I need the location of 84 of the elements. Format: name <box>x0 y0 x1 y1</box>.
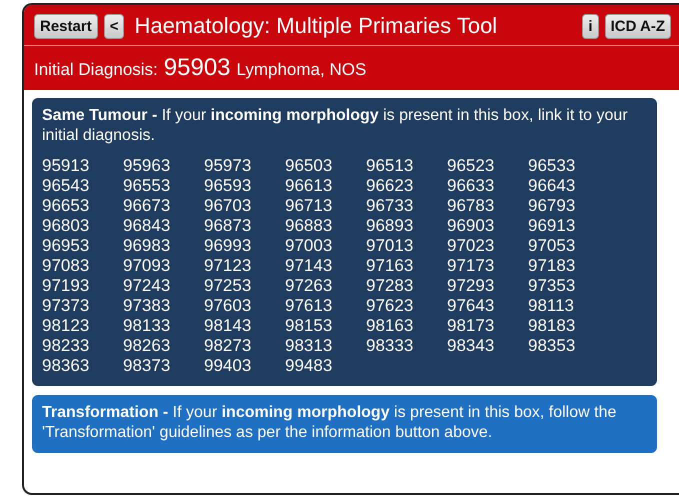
morphology-code: 98113 <box>528 296 576 316</box>
morphology-code: 98373 <box>123 356 172 376</box>
info-button[interactable]: i <box>582 14 599 38</box>
app-title: Haematology: Multiple Primaries Tool <box>134 13 498 39</box>
morphology-code: 96903 <box>447 216 496 236</box>
morphology-code: 97623 <box>366 296 414 316</box>
morphology-code: 97293 <box>447 276 496 296</box>
morphology-code: 97183 <box>528 256 576 276</box>
morphology-code: 98263 <box>123 336 172 356</box>
morphology-code: 97083 <box>42 256 90 276</box>
morphology-code: 96653 <box>42 196 90 216</box>
morphology-code: 98123 <box>42 316 90 336</box>
morphology-code: 97013 <box>366 236 414 256</box>
morphology-code: 99483 <box>285 356 334 376</box>
morphology-code: 95973 <box>204 156 252 176</box>
morphology-code: 98353 <box>528 336 576 356</box>
panel-description: Same Tumour - If your incoming morphology is present in this box, link it to your initial diagnosis. <box>42 106 629 146</box>
morphology-code: 96513 <box>366 156 414 176</box>
restart-button[interactable]: Restart <box>34 14 98 38</box>
morphology-code: 97023 <box>447 236 496 256</box>
morphology-code: 98333 <box>366 336 414 356</box>
morphology-code: 97643 <box>447 296 496 316</box>
icd-button[interactable]: ICD A-Z <box>604 14 671 38</box>
morphology-code: 96553 <box>123 176 172 196</box>
morphology-code: 96543 <box>42 176 90 196</box>
morphology-code: 96793 <box>528 196 576 216</box>
morphology-code: 96613 <box>285 176 334 196</box>
morphology-code: 96843 <box>123 216 172 236</box>
morphology-code: 96503 <box>285 156 334 176</box>
panel-description: Transformation - If your incoming morphology is present in this box, follow the 'Transformation' guidelines as per the information button above. <box>42 403 618 443</box>
morphology-code: 96913 <box>528 216 576 236</box>
back-button[interactable]: < <box>104 14 124 38</box>
morphology-code: 98343 <box>447 336 496 356</box>
diagnosis-name: Lymphoma, NOS <box>236 60 366 80</box>
morphology-code: 96623 <box>366 176 414 196</box>
morphology-code: 98273 <box>204 336 252 356</box>
morphology-code: 96593 <box>204 176 252 196</box>
morphology-code: 96733 <box>366 196 414 216</box>
morphology-code: 98313 <box>285 336 334 356</box>
morphology-code: 95913 <box>42 156 90 176</box>
morphology-code: 96993 <box>204 236 252 256</box>
morphology-code: 96953 <box>42 236 90 256</box>
morphology-code: 96803 <box>42 216 90 236</box>
morphology-code: 98153 <box>285 316 334 336</box>
morphology-code: 97143 <box>285 256 334 276</box>
morphology-code: 95963 <box>123 156 172 176</box>
morphology-code: 96873 <box>204 216 252 236</box>
morphology-code: 96643 <box>528 176 576 196</box>
morphology-code: 97053 <box>528 236 576 256</box>
morphology-code: 97603 <box>204 296 252 316</box>
morphology-code: 96673 <box>123 196 172 216</box>
morphology-code: 97373 <box>42 296 90 316</box>
morphology-code: 98173 <box>447 316 496 336</box>
diagnosis-label: Initial Diagnosis: <box>34 60 158 80</box>
morphology-code: 98163 <box>366 316 414 336</box>
morphology-code: 96983 <box>123 236 172 256</box>
diagnosis-code: 95903 <box>164 54 231 82</box>
morphology-code: 96893 <box>366 216 414 236</box>
morphology-code: 98233 <box>42 336 90 356</box>
morphology-code: 96633 <box>447 176 496 196</box>
morphology-code: 98183 <box>528 316 576 336</box>
morphology-code: 99403 <box>204 356 252 376</box>
morphology-code: 97353 <box>528 276 576 296</box>
morphology-code: 97283 <box>366 276 414 296</box>
morphology-code: 97613 <box>285 296 334 316</box>
morphology-code: 97123 <box>204 256 252 276</box>
morphology-code: 97193 <box>42 276 90 296</box>
morphology-code: 96533 <box>528 156 576 176</box>
morphology-code: 97383 <box>123 296 172 316</box>
morphology-code: 97003 <box>285 236 334 256</box>
morphology-code: 97243 <box>123 276 172 296</box>
morphology-code: 98143 <box>204 316 252 336</box>
morphology-code: 97263 <box>285 276 334 296</box>
morphology-code: 96783 <box>447 196 496 216</box>
morphology-code: 97253 <box>204 276 252 296</box>
morphology-code: 96523 <box>447 156 496 176</box>
morphology-code: 97163 <box>366 256 414 276</box>
morphology-code: 98133 <box>123 316 172 336</box>
morphology-code: 98363 <box>42 356 90 376</box>
morphology-code: 97093 <box>123 256 172 276</box>
morphology-code: 97173 <box>447 256 496 276</box>
morphology-code: 96703 <box>204 196 252 216</box>
morphology-code: 96883 <box>285 216 334 236</box>
morphology-code: 96713 <box>285 196 334 216</box>
